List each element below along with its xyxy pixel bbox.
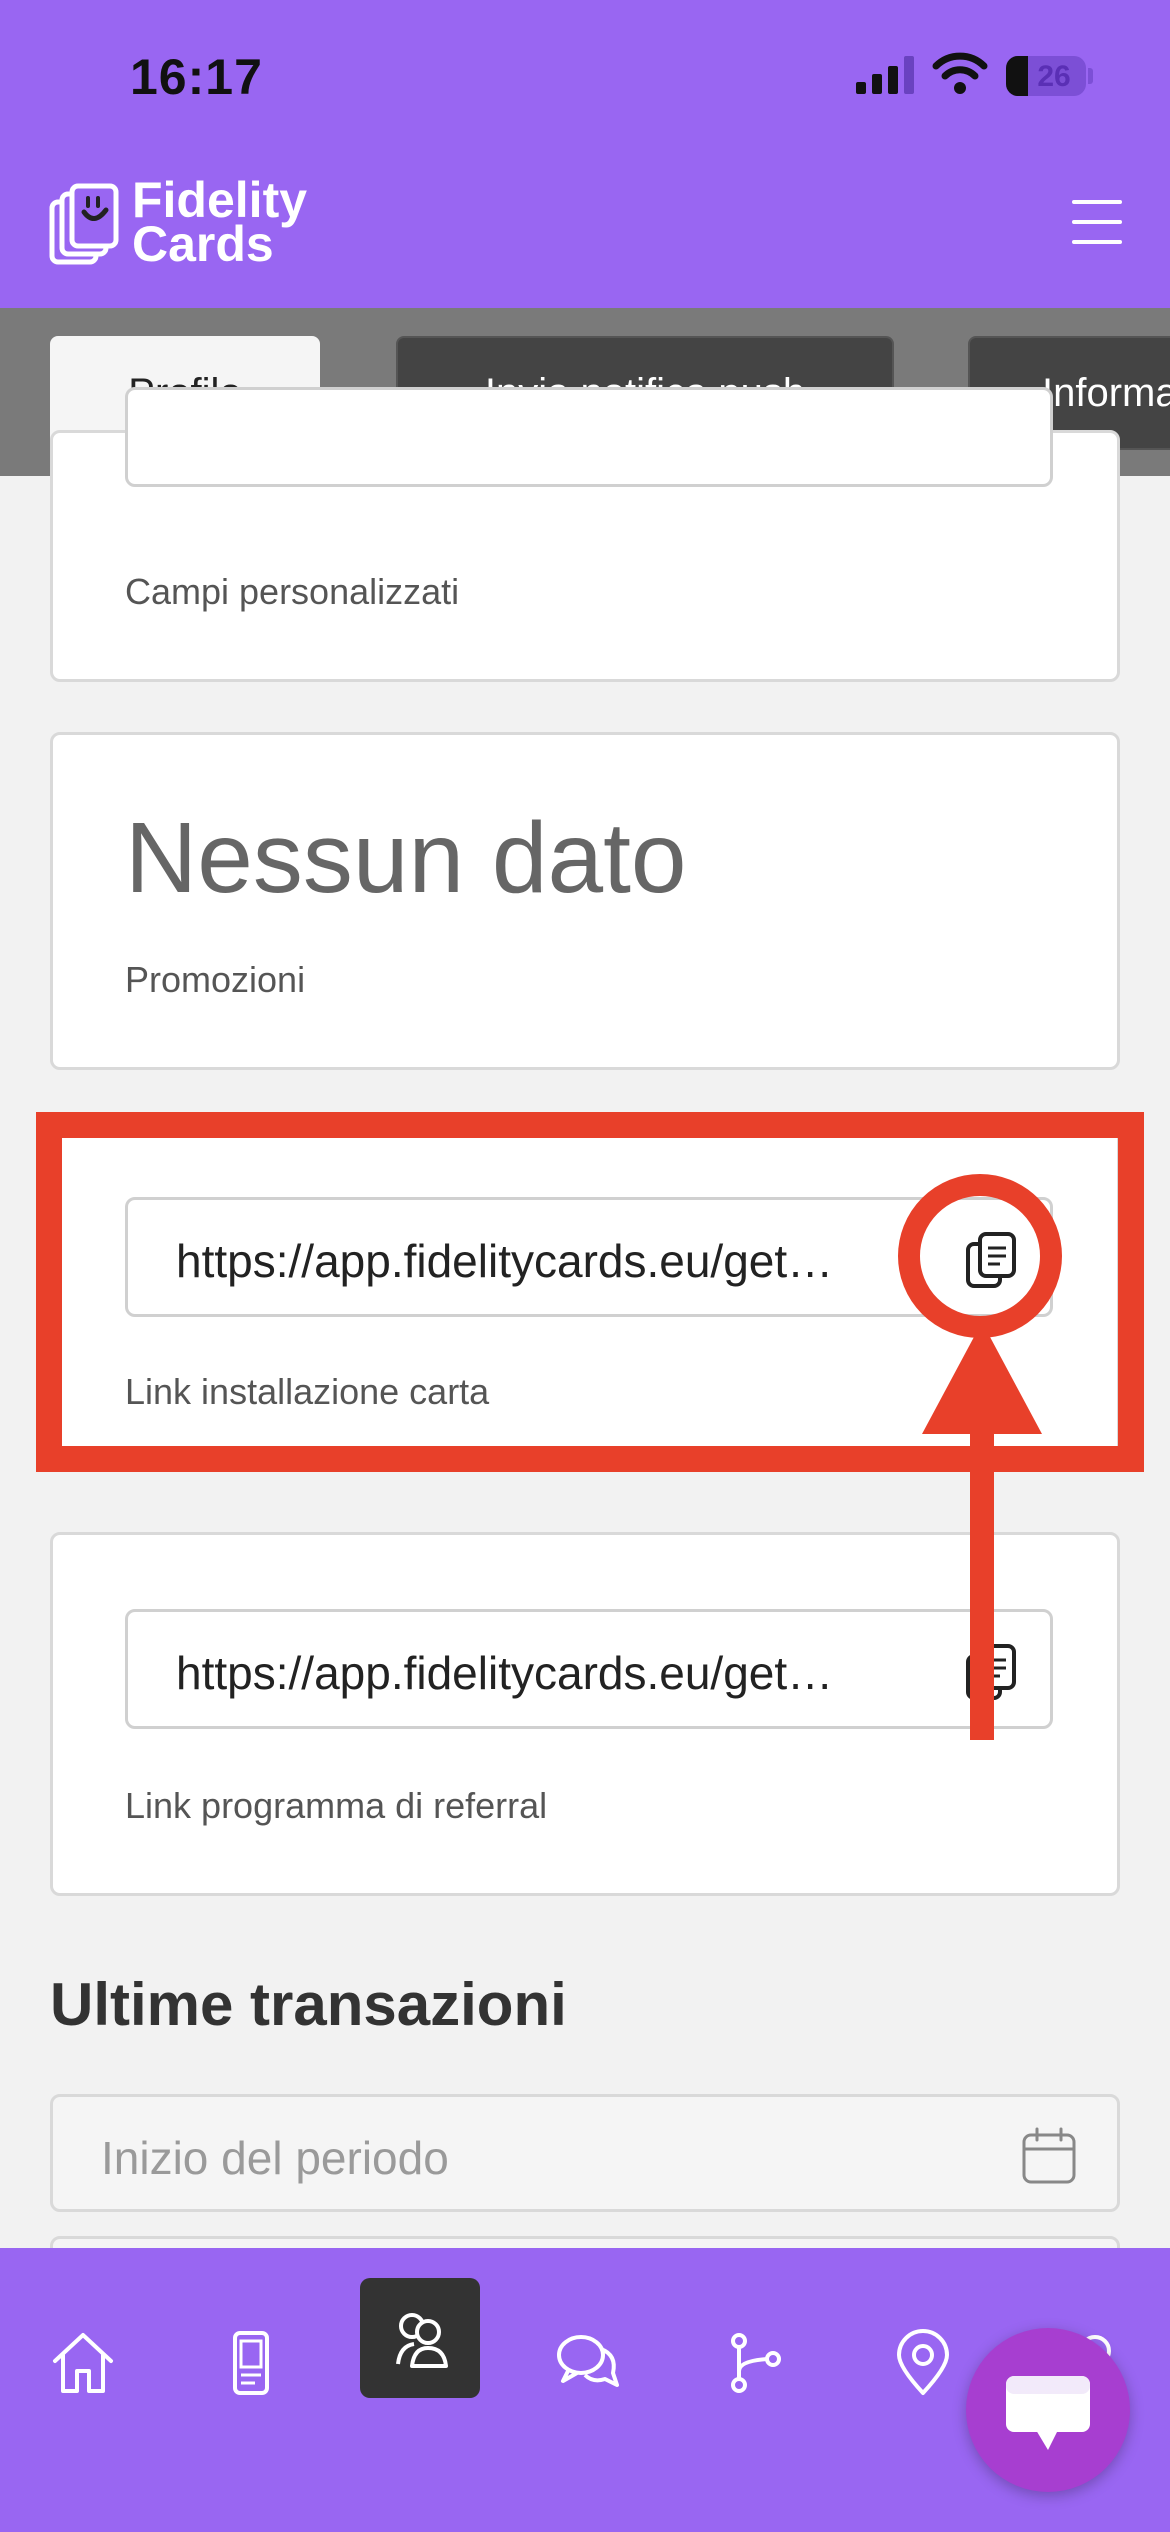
nav-cards[interactable] [196, 2308, 306, 2418]
calendar-icon[interactable] [1021, 2127, 1077, 2185]
logo-icon [49, 183, 119, 265]
custom-fields-card: Campi personalizzati [50, 387, 1120, 682]
nav-chat[interactable] [532, 2308, 642, 2418]
start-date-input[interactable]: Inizio del periodo [50, 2094, 1120, 2212]
referral-link-value: https://app.fidelitycards.eu/get… [176, 1647, 834, 1699]
menu-icon[interactable] [1072, 200, 1122, 244]
customers-icon [396, 2313, 448, 2368]
support-chat-button[interactable] [966, 2328, 1130, 2492]
location-icon [897, 2329, 949, 2395]
chat-bubble-icon [1006, 2376, 1090, 2450]
card-device-icon [233, 2331, 269, 2395]
promotions-card: Nessun dato Promozioni [50, 732, 1120, 1070]
promotions-caption: Promozioni [125, 959, 306, 1000]
start-date-placeholder: Inizio del periodo [101, 2132, 449, 2184]
referral-link-caption: Link programma di referral [125, 1785, 548, 1826]
nav-locations[interactable] [868, 2308, 978, 2418]
status-time: 16:17 [130, 49, 263, 105]
logo-text: Fidelity Cards [132, 172, 308, 272]
arrow-up-icon [922, 1322, 1042, 1740]
nav-home[interactable] [28, 2308, 138, 2418]
custom-field-input[interactable] [125, 387, 1053, 487]
chat-icon [557, 2335, 619, 2387]
custom-fields-caption: Campi personalizzati [125, 571, 460, 612]
promotions-value: Nessun dato [125, 802, 687, 914]
transactions-title: Ultime transazioni [50, 1971, 567, 2038]
referral-link-field[interactable]: https://app.fidelitycards.eu/get… [125, 1609, 1053, 1729]
workflow-icon [731, 2333, 781, 2393]
cellular-signal-icon [856, 56, 914, 94]
nav-workflow[interactable] [700, 2308, 810, 2418]
battery-icon: 26 [1006, 56, 1086, 96]
status-bar: 16:17 26 [0, 0, 1170, 150]
app-header: Fidelity Cards [0, 150, 1170, 308]
battery-level: 26 [1037, 60, 1071, 93]
nav-customers[interactable] [360, 2278, 480, 2398]
home-icon [53, 2333, 113, 2393]
wifi-icon [932, 52, 988, 94]
highlight-circle [898, 1174, 1062, 1338]
